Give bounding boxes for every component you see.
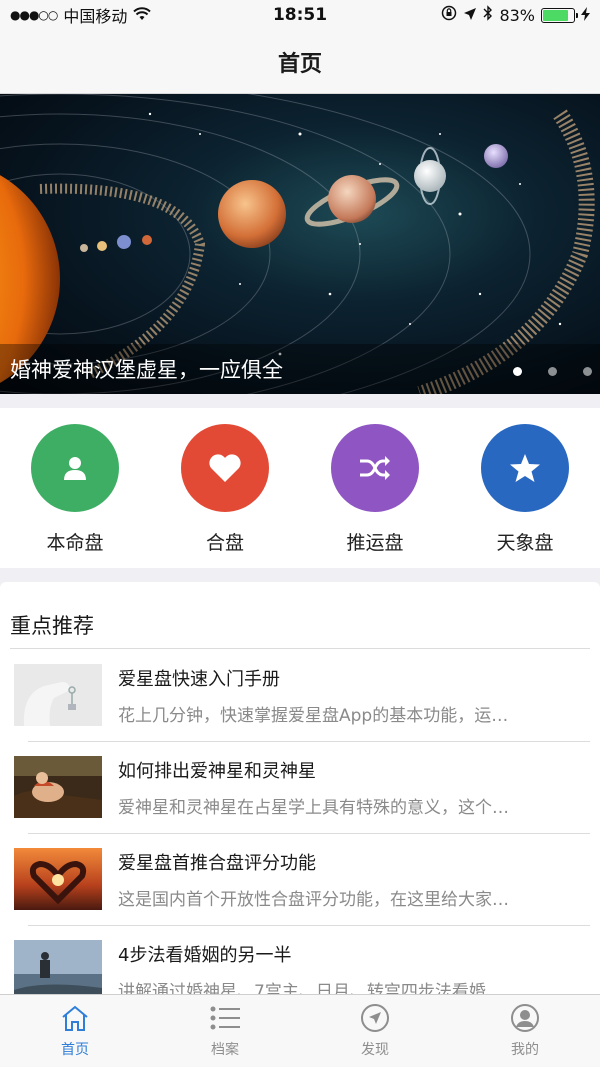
quick-action-natal-chart[interactable]: 本命盘 xyxy=(10,424,140,568)
battery-icon xyxy=(541,7,578,23)
status-bar: ●●●○○ 中国移动 18:51 83% xyxy=(0,0,600,30)
carousel-dots xyxy=(513,367,592,376)
heart-icon[interactable] xyxy=(181,424,269,512)
article-text: 爱星盘首推合盘评分功能 这是国内首个开放性合盘评分功能，在这里给大家… xyxy=(118,849,588,910)
quick-action-label: 天象盘 xyxy=(496,532,554,554)
carousel-dot[interactable] xyxy=(513,367,522,376)
article-item[interactable]: 4步法看婚姻的另一半 讲解通过婚神星、7宫主、日月、转宫四步法看婚… xyxy=(0,925,600,994)
navigation-bar: 首页 xyxy=(0,30,600,94)
tab-label: 我的 xyxy=(511,1042,539,1058)
carousel-dot[interactable] xyxy=(583,367,592,376)
article-thumbnail xyxy=(14,664,102,726)
article-item[interactable]: 爱星盘快速入门手册 花上几分钟，快速掌握爱星盘App的基本功能，运… xyxy=(0,649,600,741)
profile-icon xyxy=(508,1003,542,1033)
tab-label: 档案 xyxy=(211,1042,239,1058)
tab-profile[interactable]: 我的 xyxy=(450,995,600,1067)
wifi-icon xyxy=(133,6,152,25)
charging-icon xyxy=(581,6,590,25)
article-title: 4步法看婚姻的另一半 xyxy=(118,944,292,966)
article-thumbnail xyxy=(14,848,102,910)
status-left: ●●●○○ 中国移动 xyxy=(10,3,152,27)
carrier-label: 中国移动 xyxy=(63,7,128,26)
quick-action-sky-chart[interactable]: 天象盘 xyxy=(460,424,590,568)
banner-carousel[interactable]: 婚神爱神汉堡虚星，一应俱全 xyxy=(0,94,600,394)
compass-icon xyxy=(358,1003,392,1033)
article-item[interactable]: 爱星盘首推合盘评分功能 这是国内首个开放性合盘评分功能，在这里给大家… xyxy=(0,833,600,925)
article-description: 这是国内首个开放性合盘评分功能，在这里给大家… xyxy=(118,889,509,910)
tab-archive[interactable]: 档案 xyxy=(150,995,300,1067)
banner-caption: 婚神爱神汉堡虚星，一应俱全 xyxy=(0,344,600,394)
quick-actions: 本命盘 合盘 推运盘 天象盘 xyxy=(0,408,600,568)
article-description: 讲解通过婚神星、7宫主、日月、转宫四步法看婚… xyxy=(118,981,503,995)
location-icon xyxy=(463,6,477,25)
quick-action-label: 本命盘 xyxy=(46,532,104,554)
star-icon[interactable] xyxy=(481,424,569,512)
quick-action-synastry[interactable]: 合盘 xyxy=(160,424,290,568)
bluetooth-icon xyxy=(483,5,493,25)
section-title: 重点推荐 xyxy=(10,614,94,638)
signal-strength-icon: ●●●○○ xyxy=(10,8,58,22)
shuffle-icon[interactable] xyxy=(331,424,419,512)
article-description: 花上几分钟，快速掌握爱星盘App的基本功能，运… xyxy=(118,705,509,726)
tab-label: 发现 xyxy=(361,1042,389,1058)
quick-action-progression[interactable]: 推运盘 xyxy=(310,424,440,568)
rotation-lock-icon xyxy=(441,5,457,25)
tab-discover[interactable]: 发现 xyxy=(300,995,450,1067)
battery-percent: 83% xyxy=(499,5,535,25)
page-title: 首页 xyxy=(277,51,322,77)
article-description: 爱神星和灵神星在占星学上具有特殊的意义，这个… xyxy=(118,797,509,818)
home-icon xyxy=(58,1003,92,1033)
article-title: 爱星盘快速入门手册 xyxy=(118,668,280,690)
article-text: 4步法看婚姻的另一半 讲解通过婚神星、7宫主、日月、转宫四步法看婚… xyxy=(118,941,588,995)
article-thumbnail xyxy=(14,940,102,994)
article-title: 如何排出爱神星和灵神星 xyxy=(118,760,316,782)
article-title: 爱星盘首推合盘评分功能 xyxy=(118,852,316,874)
list-icon xyxy=(208,1003,242,1033)
quick-action-label: 合盘 xyxy=(205,532,244,554)
battery-level xyxy=(543,9,568,21)
article-text: 如何排出爱神星和灵神星 爱神星和灵神星在占星学上具有特殊的意义，这个… xyxy=(118,757,588,818)
tab-label: 首页 xyxy=(61,1042,89,1058)
article-text: 爱星盘快速入门手册 花上几分钟，快速掌握爱星盘App的基本功能，运… xyxy=(118,665,588,726)
tab-bar: 首页 档案 发现 我的 xyxy=(0,994,600,1067)
tab-home[interactable]: 首页 xyxy=(0,995,150,1067)
article-item[interactable]: 如何排出爱神星和灵神星 爱神星和灵神星在占星学上具有特殊的意义，这个… xyxy=(0,741,600,833)
article-thumbnail xyxy=(14,756,102,818)
carousel-dot[interactable] xyxy=(548,367,557,376)
quick-action-label: 推运盘 xyxy=(346,532,404,554)
status-right: 83% xyxy=(441,5,590,25)
person-icon[interactable] xyxy=(31,424,119,512)
recommendations-section: 重点推荐 爱星盘快速入门手册 花上几分钟，快速掌握爱星盘App的基本功能，运… … xyxy=(0,582,600,994)
